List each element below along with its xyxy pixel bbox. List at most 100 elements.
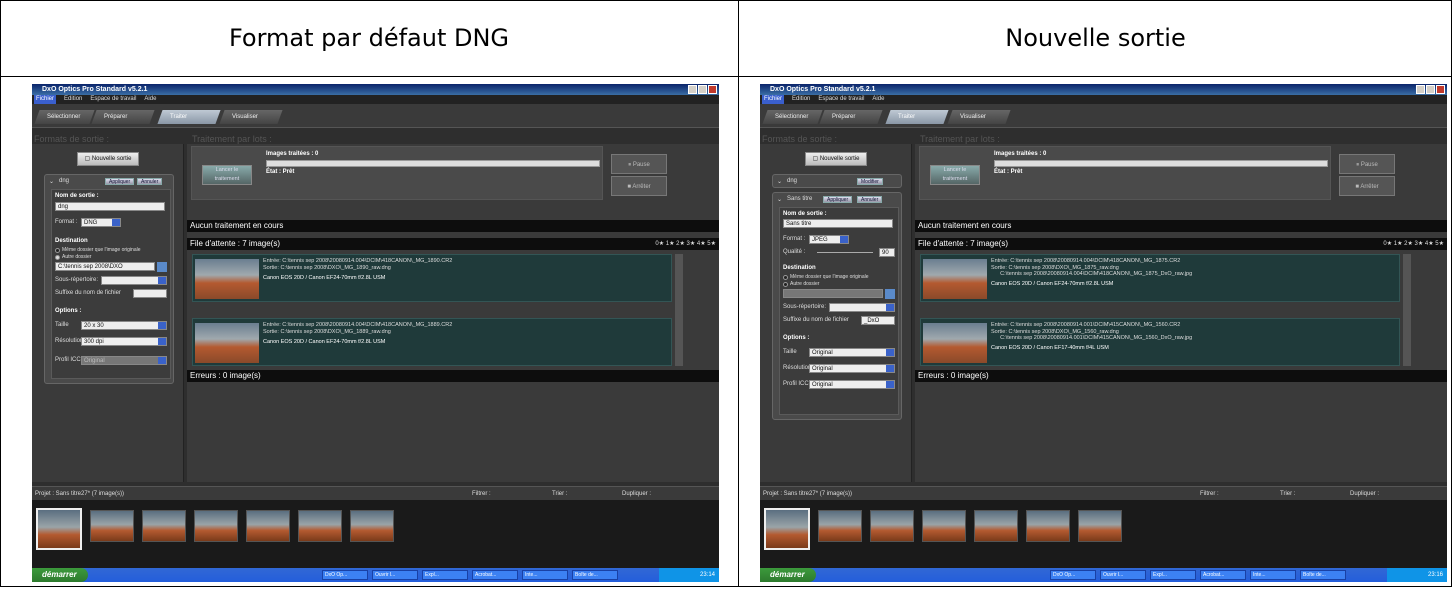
menu-item[interactable]: Aide: [144, 95, 156, 104]
resolution-select[interactable]: Original: [809, 364, 895, 373]
taskbar-button[interactable]: Inte...: [1250, 570, 1296, 580]
subdir-select[interactable]: [829, 303, 895, 312]
folder-path-field[interactable]: C:\tennis sep 2008\DXO: [55, 262, 155, 271]
queue-item[interactable]: Entrée: C:\tennis sep 2008\20080914.004\…: [192, 318, 672, 366]
taskbar-button[interactable]: Boîte de...: [1300, 570, 1346, 580]
menu-item[interactable]: Edition: [792, 95, 810, 104]
queue-scrollbar[interactable]: [1403, 254, 1411, 366]
stop-button[interactable]: ■ Arrêter: [611, 176, 667, 196]
same-folder-radio[interactable]: [783, 275, 788, 280]
pause-button[interactable]: ⏸ Pause: [1339, 154, 1395, 174]
quality-slider[interactable]: [817, 252, 873, 253]
stop-button[interactable]: ■ Arrêter: [1339, 176, 1395, 196]
taskbar-button[interactable]: DxO Op...: [322, 570, 368, 580]
launch-button[interactable]: Lancer le traitement: [202, 165, 252, 185]
queue-item[interactable]: Entrée: C:\tennis sep 2008\20080914.004\…: [192, 254, 672, 302]
filmstrip-thumbnail[interactable]: [194, 510, 238, 542]
icc-select[interactable]: Original: [809, 380, 895, 389]
output-name-field[interactable]: Sans titre: [783, 219, 893, 228]
filmstrip-thumbnail[interactable]: [298, 510, 342, 542]
new-output-button[interactable]: ▢ Nouvelle sortie: [805, 152, 867, 166]
new-output-button[interactable]: ▢ Nouvelle sortie: [77, 152, 139, 166]
filmstrip-thumbnail[interactable]: [36, 508, 82, 550]
start-button[interactable]: démarrer: [32, 568, 88, 582]
filmstrip-thumbnail[interactable]: [870, 510, 914, 542]
step-tab[interactable]: Traiter: [157, 110, 221, 124]
suffix-field[interactable]: [133, 289, 167, 298]
launch-button[interactable]: Lancer le traitement: [930, 165, 980, 185]
start-button[interactable]: démarrer: [760, 568, 816, 582]
step-tab[interactable]: Préparer: [819, 110, 883, 124]
subdir-select[interactable]: [101, 276, 167, 285]
menu-item[interactable]: Edition: [64, 95, 82, 104]
rating-filter[interactable]: 0★ 1★ 2★ 3★ 4★ 5★: [1383, 238, 1444, 250]
queue-item[interactable]: Entrée: C:\tennis sep 2008\20080914.004\…: [920, 254, 1400, 302]
step-tab[interactable]: Visualiser: [947, 110, 1011, 124]
minimize-button[interactable]: [688, 85, 697, 94]
filmstrip-thumbnail[interactable]: [922, 510, 966, 542]
taskbar-button[interactable]: Ouvrir l...: [372, 570, 418, 580]
taskbar-button[interactable]: Inte...: [522, 570, 568, 580]
quality-field[interactable]: 90: [879, 248, 895, 257]
rating-filter[interactable]: 0★ 1★ 2★ 3★ 4★ 5★: [655, 238, 716, 250]
taskbar-button[interactable]: Boîte de...: [572, 570, 618, 580]
taskbar-button[interactable]: DxO Op...: [1050, 570, 1096, 580]
filmstrip-thumbnail[interactable]: [1026, 510, 1070, 542]
apply-button[interactable]: Appliquer: [105, 178, 135, 185]
browse-folder-icon[interactable]: [885, 289, 895, 299]
minimize-button[interactable]: [1416, 85, 1425, 94]
step-tab[interactable]: Préparer: [91, 110, 155, 124]
cancel-button[interactable]: Annuler: [857, 196, 883, 203]
size-select[interactable]: 20 x 30: [81, 321, 167, 330]
other-folder-radio[interactable]: [55, 255, 60, 260]
close-button[interactable]: [708, 85, 717, 94]
maximize-button[interactable]: [1426, 85, 1435, 94]
queue-scrollbar[interactable]: [675, 254, 683, 366]
filmstrip-thumbnail[interactable]: [142, 510, 186, 542]
taskbar-button[interactable]: Acrobat...: [472, 570, 518, 580]
modify-button[interactable]: Modifier: [857, 178, 883, 185]
menu-item[interactable]: Espace de travail: [818, 95, 864, 104]
taskbar-button[interactable]: Expl...: [422, 570, 468, 580]
output-name-field[interactable]: dng: [55, 202, 165, 211]
filmstrip-thumbnail[interactable]: [764, 508, 810, 550]
apply-button[interactable]: Appliquer: [823, 196, 853, 203]
resolution-select[interactable]: 300 dpi: [81, 337, 167, 346]
cancel-button[interactable]: Annuler: [137, 178, 163, 185]
expand-icon[interactable]: ⌄: [49, 178, 54, 185]
taskbar-button[interactable]: Expl...: [1150, 570, 1196, 580]
quality-label: Qualité :: [783, 249, 806, 255]
close-button[interactable]: [1436, 85, 1445, 94]
size-select[interactable]: Original: [809, 348, 895, 357]
pause-button[interactable]: ⏸ Pause: [611, 154, 667, 174]
filmstrip-thumbnail[interactable]: [818, 510, 862, 542]
filmstrip-thumbnail[interactable]: [246, 510, 290, 542]
filmstrip-thumbnail[interactable]: [1078, 510, 1122, 542]
browse-folder-icon[interactable]: [157, 262, 167, 272]
format-select[interactable]: DNG: [81, 218, 121, 227]
step-tab[interactable]: Visualiser: [219, 110, 283, 124]
menu-item[interactable]: Fichier: [34, 95, 57, 104]
step-tab[interactable]: Traiter: [885, 110, 949, 124]
expand-icon[interactable]: ⌄: [777, 178, 782, 185]
step-tab[interactable]: Sélectionner: [762, 110, 823, 124]
filmstrip-thumbnail[interactable]: [974, 510, 1018, 542]
folder-path-field[interactable]: [783, 289, 883, 298]
menu-item[interactable]: Fichier: [762, 95, 785, 104]
maximize-button[interactable]: [698, 85, 707, 94]
menu-item[interactable]: Espace de travail: [90, 95, 136, 104]
expand-icon[interactable]: ⌄: [777, 196, 782, 203]
queue-item[interactable]: Entrée: C:\tennis sep 2008\20080914.001\…: [920, 318, 1400, 366]
menu-item[interactable]: Aide: [872, 95, 884, 104]
filmstrip-thumbnail[interactable]: [90, 510, 134, 542]
icc-select[interactable]: Original: [81, 356, 167, 365]
suffix-field[interactable]: _DxO: [861, 316, 895, 325]
same-folder-radio[interactable]: [55, 248, 60, 253]
taskbar-button[interactable]: Ouvrir l...: [1100, 570, 1146, 580]
other-folder-radio[interactable]: [783, 282, 788, 287]
options-label: Options :: [55, 308, 82, 314]
taskbar-button[interactable]: Acrobat...: [1200, 570, 1246, 580]
filmstrip-thumbnail[interactable]: [350, 510, 394, 542]
step-tab[interactable]: Sélectionner: [34, 110, 95, 124]
format-select[interactable]: JPEG: [809, 235, 849, 244]
